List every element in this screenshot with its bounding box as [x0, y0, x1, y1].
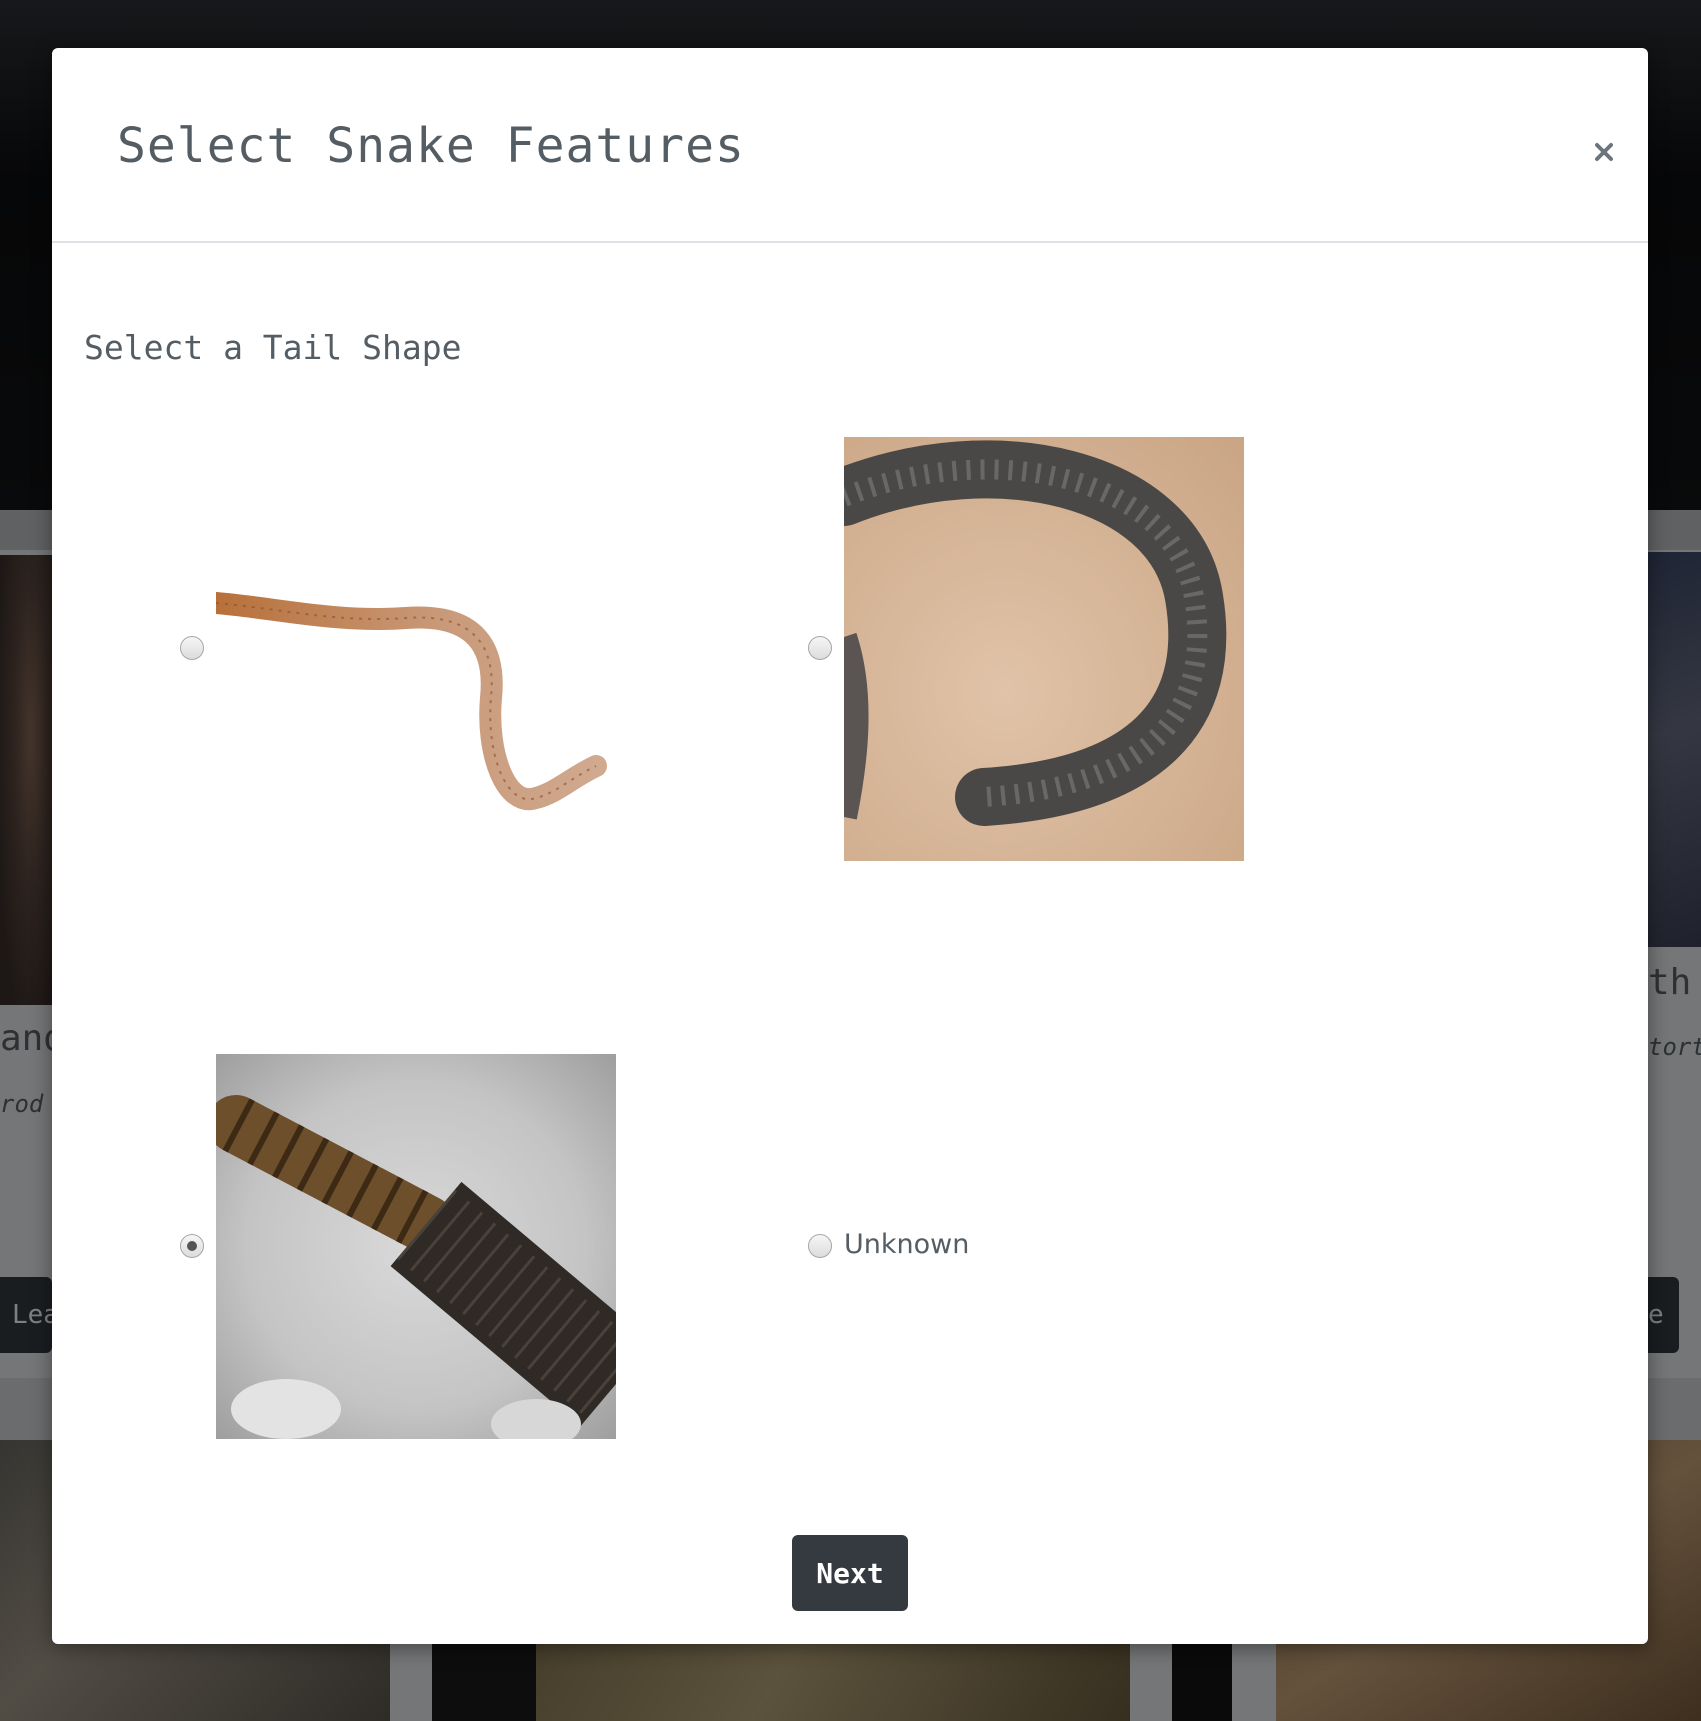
- snake-features-modal: Select Snake Features Select a Tail Shap…: [52, 48, 1648, 1644]
- tail-option-radio-rattle[interactable]: [180, 1234, 204, 1258]
- modal-title: Select Snake Features: [117, 118, 745, 174]
- radio-checked-dot: [187, 1241, 197, 1251]
- modal-header: Select Snake Features: [52, 48, 1648, 243]
- tail-option-label-unknown[interactable]: Unknown: [844, 1229, 969, 1260]
- close-button[interactable]: [1582, 130, 1626, 174]
- tail-option-radio-blunt[interactable]: [808, 636, 832, 660]
- tail-option-image-tapering[interactable]: [216, 538, 616, 828]
- step-title: Select a Tail Shape: [84, 328, 462, 367]
- rattle-tail-icon: [216, 1095, 616, 1439]
- close-icon: [1595, 143, 1613, 161]
- tail-option-radio-tapering[interactable]: [180, 636, 204, 660]
- short-blunt-tail-icon: [844, 440, 1227, 826]
- thin-tapering-tail-icon: [216, 592, 607, 811]
- tail-option-image-rattle[interactable]: [216, 1054, 616, 1439]
- tail-option-image-blunt[interactable]: [844, 437, 1244, 861]
- next-button[interactable]: Next: [792, 1535, 908, 1611]
- tail-option-radio-unknown[interactable]: [808, 1234, 832, 1258]
